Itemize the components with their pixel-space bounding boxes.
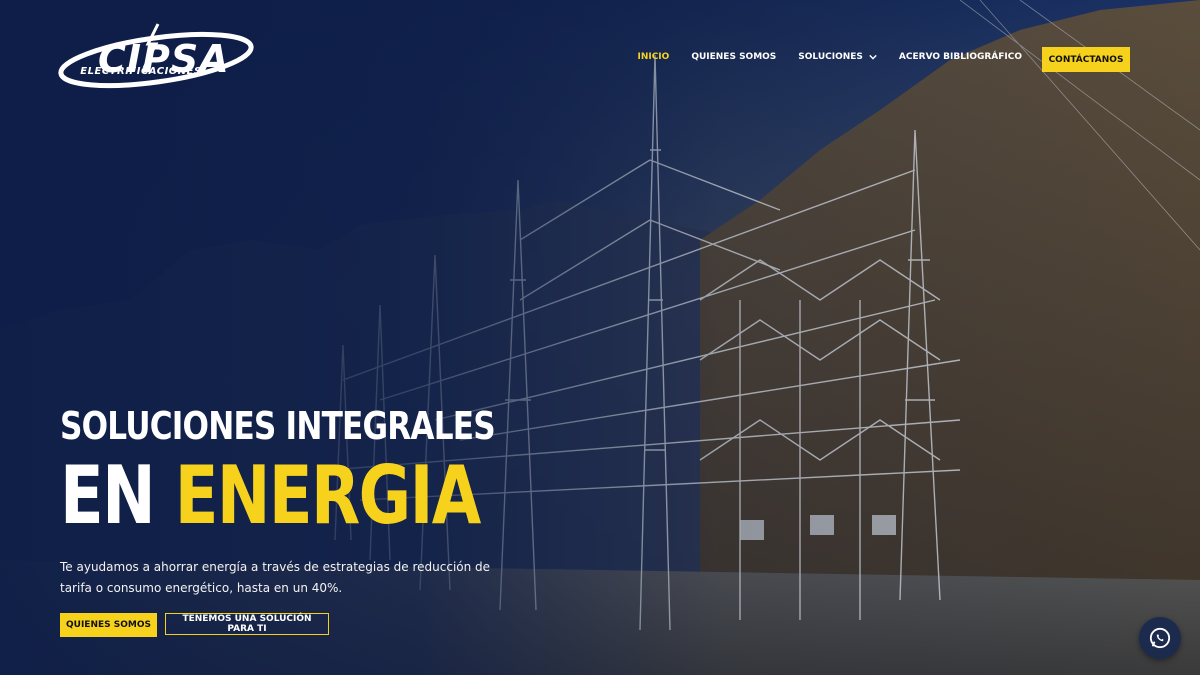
nav-item-soluciones[interactable]: SOLUCIONES [798, 52, 877, 62]
solucion-para-ti-button[interactable]: TENEMOS UNA SOLUCIÓN PARA TI [165, 613, 329, 635]
nav-item-inicio[interactable]: INICIO [637, 52, 669, 62]
hero-title-line1: SOLUCIONES INTEGRALES [60, 404, 496, 448]
whatsapp-button[interactable] [1139, 617, 1181, 659]
cipsa-logo[interactable]: CIPSA [58, 22, 258, 104]
quienes-somos-button[interactable]: QUIENES SOMOS [60, 613, 157, 637]
main-nav: INICIO QUIENES SOMOS SOLUCIONES ACERVO B… [637, 52, 1022, 62]
nav-item-label: INICIO [637, 52, 670, 62]
nav-item-acervo-bibliografico[interactable]: ACERVO BIBLIOGRÁFICO [899, 52, 1022, 62]
hero-title-accent: ENERGIA [174, 449, 482, 542]
logo-subtitle: ELECTRIFICACIONES [80, 66, 202, 77]
hero-title-line2: EN ENERGIA [60, 456, 481, 536]
chevron-down-icon [869, 54, 877, 60]
hero-section: CIPSA ELECTRIFICACIONES INICIO QUIENES S… [0, 0, 1200, 675]
contact-button[interactable]: CONTÁCTANOS [1042, 47, 1130, 72]
nav-item-label: QUIENES SOMOS [691, 52, 777, 62]
whatsapp-icon [1149, 627, 1171, 649]
nav-item-quienes-somos[interactable]: QUIENES SOMOS [691, 52, 776, 62]
hero-title-white: EN [60, 449, 156, 542]
nav-item-label: ACERVO BIBLIOGRÁFICO [898, 52, 1022, 62]
nav-item-label: SOLUCIONES [798, 52, 863, 62]
hero-lead-text: Te ayudamos a ahorrar energía a través d… [60, 560, 491, 595]
